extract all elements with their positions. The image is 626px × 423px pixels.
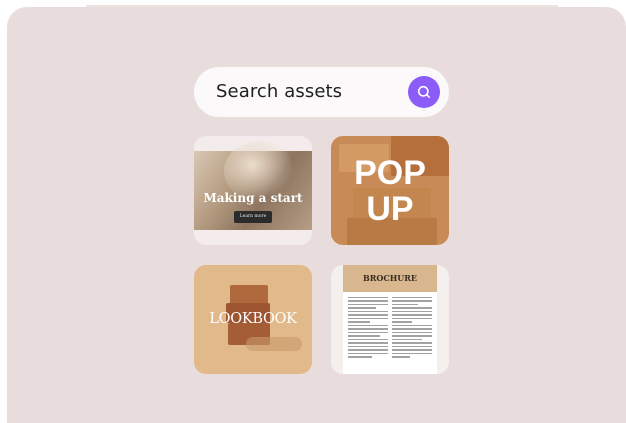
card-title: LOOKBOOK <box>209 311 297 327</box>
brick-image <box>230 285 268 305</box>
search-icon <box>417 85 430 98</box>
search-button[interactable] <box>408 76 440 108</box>
card-title-line1: POP <box>354 154 426 192</box>
learn-more-button: Learn more <box>234 211 272 223</box>
top-divider <box>86 5 558 7</box>
search-bar[interactable]: Search assets <box>194 67 449 117</box>
brick-shadow <box>246 337 302 351</box>
asset-card-lookbook[interactable]: LOOKBOOK <box>194 265 312 374</box>
asset-card-pop-up[interactable]: POP UP <box>331 136 449 245</box>
card-banner-image: Making a start Learn more <box>194 141 312 230</box>
brochure-header: BROCHURE <box>343 265 437 292</box>
asset-card-making-a-start[interactable]: Making a start Learn more <box>194 136 312 245</box>
search-input[interactable]: Search assets <box>216 67 342 117</box>
asset-card-brochure[interactable]: BROCHURE <box>331 265 449 374</box>
brochure-text-body <box>343 292 437 374</box>
card-title-line2: UP <box>366 190 414 228</box>
text-column-right <box>392 297 432 360</box>
text-column-left <box>348 297 388 360</box>
card-title: Making a start <box>203 191 303 205</box>
card-title: BROCHURE <box>362 273 418 283</box>
